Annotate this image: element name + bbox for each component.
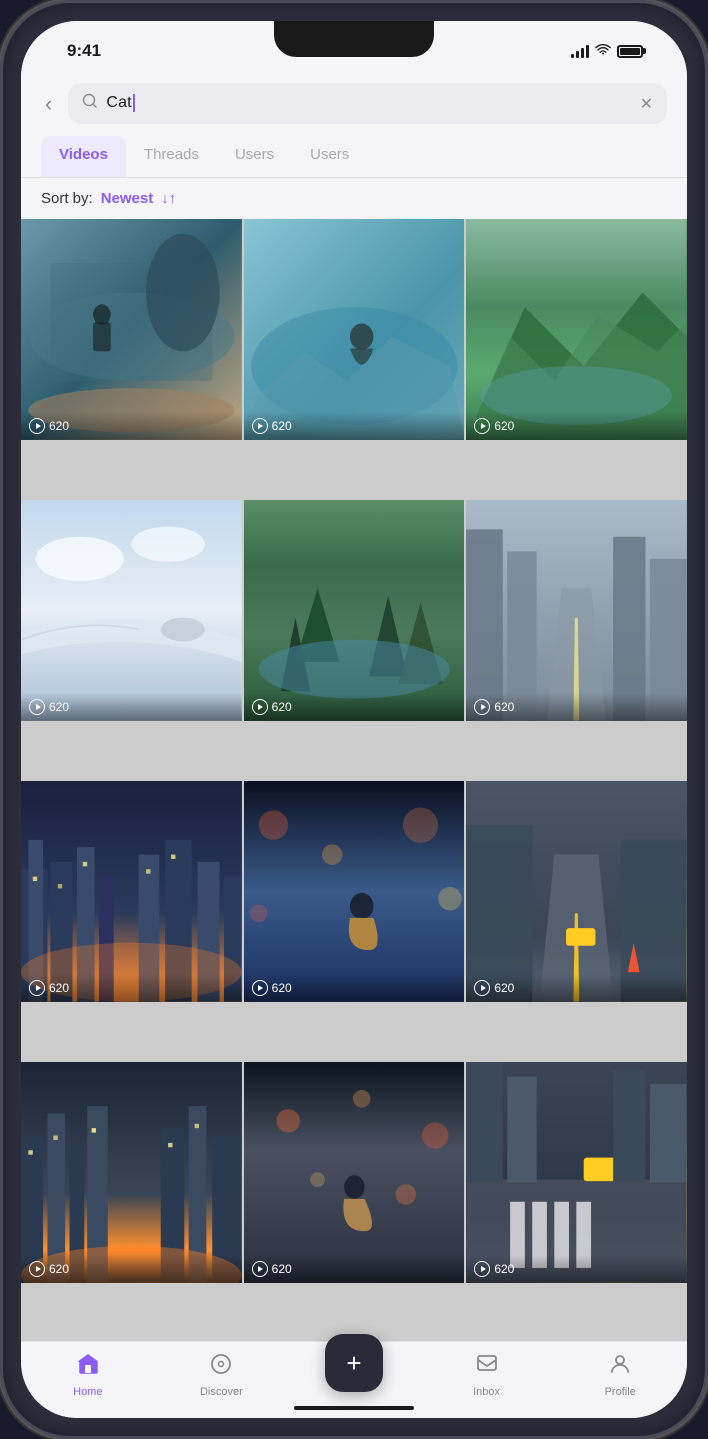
view-count-11: 620: [272, 1262, 292, 1276]
nav-item-home[interactable]: Home: [58, 1352, 118, 1398]
home-icon: [76, 1352, 100, 1382]
create-button[interactable]: +: [325, 1334, 383, 1392]
video-cell-8[interactable]: 620: [244, 781, 465, 1002]
sort-bar: Sort by: Newest ↓↑: [21, 178, 687, 219]
video-grid: 620 620: [21, 219, 687, 1341]
back-button[interactable]: ‹: [41, 87, 56, 121]
video-cell-7[interactable]: 620: [21, 781, 242, 1002]
view-count-2: 620: [272, 419, 292, 433]
video-cell-9[interactable]: 620: [466, 781, 687, 1002]
video-overlay-5: 620: [244, 693, 465, 721]
signal-bars-icon: [571, 44, 589, 58]
view-count-4: 620: [49, 700, 69, 714]
video-overlay-4: 620: [21, 693, 242, 721]
home-indicator: [294, 1406, 414, 1410]
play-icon-5: [252, 699, 268, 715]
video-overlay-6: 620: [466, 693, 687, 721]
play-icon-8: [252, 980, 268, 996]
video-cell-1[interactable]: 620: [21, 219, 242, 440]
tab-videos[interactable]: Videos: [41, 136, 126, 177]
play-icon-12: [474, 1261, 490, 1277]
discover-icon: [209, 1352, 233, 1382]
video-cell-5[interactable]: 620: [244, 500, 465, 721]
clear-search-button[interactable]: ✕: [640, 94, 653, 114]
discover-label: Discover: [200, 1386, 243, 1398]
tabs-bar: Videos Threads Users Users: [21, 136, 687, 178]
header: ‹ Cat ✕: [21, 75, 687, 136]
view-count-9: 620: [494, 981, 514, 995]
inbox-label: Inbox: [473, 1386, 500, 1398]
play-icon-10: [29, 1261, 45, 1277]
video-cell-6[interactable]: 620: [466, 500, 687, 721]
view-count-5: 620: [272, 700, 292, 714]
create-icon: +: [346, 1350, 361, 1376]
profile-label: Profile: [605, 1386, 636, 1398]
play-icon-6: [474, 699, 490, 715]
video-overlay-1: 620: [21, 412, 242, 440]
nav-item-inbox[interactable]: Inbox: [457, 1352, 517, 1398]
view-count-12: 620: [494, 1262, 514, 1276]
view-count-1: 620: [49, 419, 69, 433]
sort-direction-icon[interactable]: ↓↑: [161, 190, 176, 207]
play-icon-11: [252, 1261, 268, 1277]
video-overlay-2: 620: [244, 412, 465, 440]
battery-icon: [617, 45, 643, 58]
sort-label: Sort by:: [41, 190, 93, 207]
view-count-3: 620: [494, 419, 514, 433]
video-cell-10[interactable]: 620: [21, 1062, 242, 1283]
play-icon-9: [474, 980, 490, 996]
video-cell-4[interactable]: 620: [21, 500, 242, 721]
view-count-8: 620: [272, 981, 292, 995]
nav-item-discover[interactable]: Discover: [191, 1352, 251, 1398]
inbox-icon: [475, 1352, 499, 1382]
search-bar[interactable]: Cat ✕: [68, 83, 667, 124]
video-cell-2[interactable]: 620: [244, 219, 465, 440]
play-icon-4: [29, 699, 45, 715]
view-count-6: 620: [494, 700, 514, 714]
video-cell-11[interactable]: 620: [244, 1062, 465, 1283]
video-overlay-7: 620: [21, 974, 242, 1002]
video-cell-12[interactable]: 620: [466, 1062, 687, 1283]
phone-screen: 9:41: [21, 21, 687, 1418]
status-icons: [571, 43, 643, 59]
tab-users-2[interactable]: Users: [292, 136, 367, 177]
profile-icon: [608, 1352, 632, 1382]
video-overlay-11: 620: [244, 1255, 465, 1283]
search-input[interactable]: Cat: [106, 94, 631, 112]
view-count-7: 620: [49, 981, 69, 995]
sort-value[interactable]: Newest: [101, 190, 154, 207]
nav-item-profile[interactable]: Profile: [590, 1352, 650, 1398]
video-overlay-12: 620: [466, 1255, 687, 1283]
bottom-nav: Home Discover +: [21, 1341, 687, 1418]
video-overlay-9: 620: [466, 974, 687, 1002]
status-time: 9:41: [67, 41, 101, 61]
video-overlay-8: 620: [244, 974, 465, 1002]
video-cell-3[interactable]: 620: [466, 219, 687, 440]
search-icon: [82, 93, 98, 114]
tab-users-1[interactable]: Users: [217, 136, 292, 177]
view-count-10: 620: [49, 1262, 69, 1276]
home-label: Home: [73, 1386, 102, 1398]
video-overlay-10: 620: [21, 1255, 242, 1283]
tab-threads[interactable]: Threads: [126, 136, 217, 177]
play-icon-2: [252, 418, 268, 434]
wifi-icon: [595, 43, 611, 59]
video-overlay-3: 620: [466, 412, 687, 440]
notch: [274, 21, 434, 57]
play-icon-7: [29, 980, 45, 996]
phone-frame: 9:41: [0, 0, 708, 1439]
play-icon-3: [474, 418, 490, 434]
play-icon-1: [29, 418, 45, 434]
